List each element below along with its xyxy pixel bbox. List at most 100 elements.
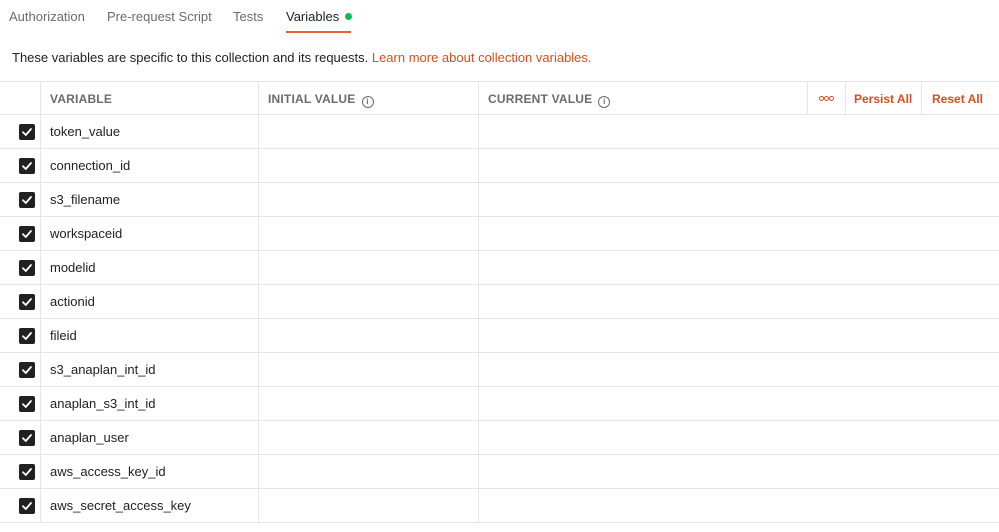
current-value-cell[interactable] [478,319,999,352]
initial-value-column-header: INITIAL VALUE i [268,92,374,108]
variable-column-header: VARIABLE [50,92,113,106]
reset-all-button[interactable]: Reset All [932,92,983,106]
checkmark-icon [22,264,32,272]
enabled-checkbox[interactable] [19,192,35,208]
variable-name: token_value [50,124,121,139]
learn-more-link[interactable]: Learn more about collection variables. [372,50,592,65]
current-value-cell[interactable] [478,489,999,522]
tab-pre-request-script[interactable]: Pre-request Script [107,9,212,24]
checkmark-icon [22,230,32,238]
header-checkbox-cell [0,82,40,114]
more-horizontal-icon [819,96,835,102]
current-value-cell[interactable] [478,421,999,454]
variable-cell[interactable]: s3_anaplan_int_id [40,353,258,386]
initial-value-cell[interactable] [258,387,478,420]
variable-cell[interactable]: anaplan_s3_int_id [40,387,258,420]
enabled-checkbox[interactable] [19,158,35,174]
checkmark-icon [22,332,32,340]
variable-cell[interactable]: aws_secret_access_key [40,489,258,522]
variable-name: anaplan_user [50,430,129,445]
checkmark-icon [22,366,32,374]
checkbox-cell [0,489,40,522]
table-row: anaplan_user [0,421,999,455]
current-value-column-header: CURRENT VALUE i [488,92,611,108]
enabled-checkbox[interactable] [19,464,35,480]
active-tab-underline [286,31,351,33]
initial-value-cell[interactable] [258,489,478,522]
variable-cell[interactable]: anaplan_user [40,421,258,454]
current-value-cell[interactable] [478,115,999,148]
variable-cell[interactable]: aws_access_key_id [40,455,258,488]
persist-all-button[interactable]: Persist All [854,92,912,106]
current-value-cell[interactable] [478,353,999,386]
checkmark-icon [22,502,32,510]
variable-cell[interactable]: workspaceid [40,217,258,250]
persist-all-cell: Persist All [845,82,921,114]
checkmark-icon [22,162,32,170]
table-row: s3_anaplan_int_id [0,353,999,387]
checkbox-cell [0,387,40,420]
variable-cell[interactable]: actionid [40,285,258,318]
variable-name: aws_access_key_id [50,464,166,479]
variables-table: VARIABLE INITIAL VALUE i CURRENT VALUE i P… [0,81,999,523]
checkmark-icon [22,128,32,136]
table-row: aws_access_key_id [0,455,999,489]
table-header-row: VARIABLE INITIAL VALUE i CURRENT VALUE i P… [0,81,999,115]
enabled-checkbox[interactable] [19,226,35,242]
initial-value-cell[interactable] [258,149,478,182]
table-row: s3_filename [0,183,999,217]
enabled-checkbox[interactable] [19,362,35,378]
variable-name: anaplan_s3_int_id [50,396,156,411]
info-icon[interactable]: i [598,96,611,108]
initial-value-cell[interactable] [258,353,478,386]
variable-cell[interactable]: fileid [40,319,258,352]
tab-variables[interactable]: Variables [286,9,353,24]
variable-name: workspaceid [50,226,123,241]
current-value-cell[interactable] [478,217,999,250]
variable-name: fileid [50,328,77,343]
initial-value-cell[interactable] [258,319,478,352]
tab-variables-label: Variables [286,9,340,24]
current-value-cell[interactable] [478,149,999,182]
tab-tests[interactable]: Tests [233,9,263,24]
current-value-cell[interactable] [478,251,999,284]
current-value-header-label: CURRENT VALUE [488,92,593,106]
variable-cell[interactable]: modelid [40,251,258,284]
current-value-cell[interactable] [478,285,999,318]
initial-value-cell[interactable] [258,251,478,284]
checkmark-icon [22,196,32,204]
current-value-cell[interactable] [478,455,999,488]
enabled-checkbox[interactable] [19,294,35,310]
enabled-checkbox[interactable] [19,124,35,140]
initial-value-cell[interactable] [258,455,478,488]
enabled-checkbox[interactable] [19,430,35,446]
checkbox-cell [0,319,40,352]
description-text: These variables are specific to this col… [12,50,372,65]
enabled-checkbox[interactable] [19,260,35,276]
checkmark-icon [22,434,32,442]
tab-bar: Authorization Pre-request Script Tests V… [0,0,999,36]
variable-cell[interactable]: token_value [40,115,258,148]
variable-cell[interactable]: s3_filename [40,183,258,216]
table-row: actionid [0,285,999,319]
initial-value-cell[interactable] [258,285,478,318]
more-actions-button[interactable] [807,82,845,114]
variable-name: aws_secret_access_key [50,498,191,513]
initial-value-cell[interactable] [258,421,478,454]
initial-value-cell[interactable] [258,115,478,148]
checkmark-icon [22,468,32,476]
checkbox-cell [0,183,40,216]
initial-value-cell[interactable] [258,183,478,216]
initial-value-cell[interactable] [258,217,478,250]
current-value-cell[interactable] [478,387,999,420]
enabled-checkbox[interactable] [19,498,35,514]
initial-value-header-label: INITIAL VALUE [268,92,356,106]
info-icon[interactable]: i [361,96,374,108]
checkbox-cell [0,455,40,488]
header-initial-value-cell: INITIAL VALUE i [258,82,478,114]
tab-authorization[interactable]: Authorization [9,9,85,24]
current-value-cell[interactable] [478,183,999,216]
variable-cell[interactable]: connection_id [40,149,258,182]
enabled-checkbox[interactable] [19,396,35,412]
enabled-checkbox[interactable] [19,328,35,344]
